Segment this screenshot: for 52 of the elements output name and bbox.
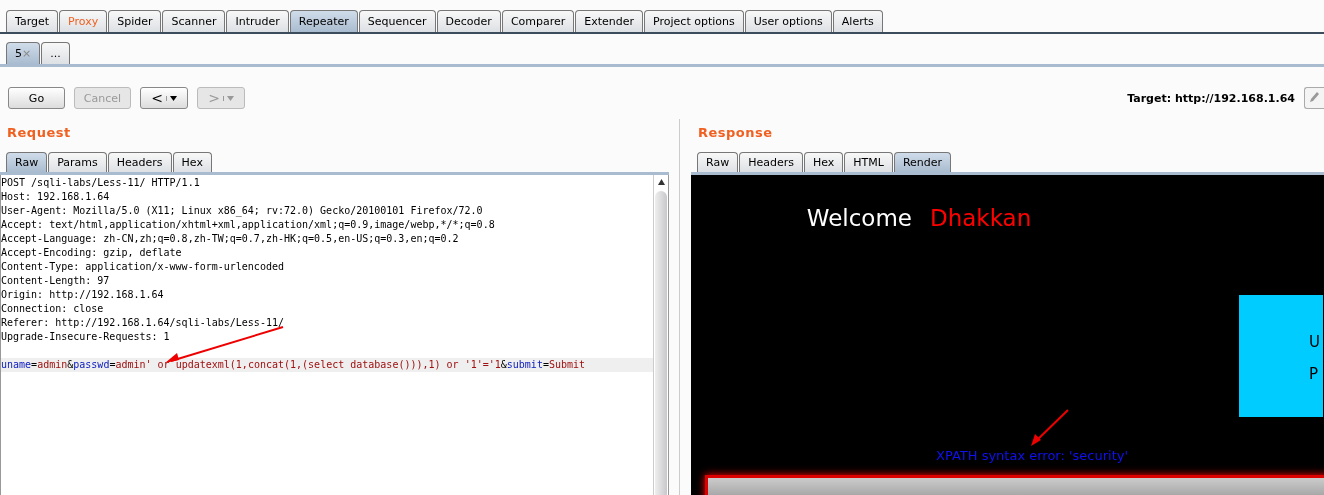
request-line: Accept-Encoding: gzip, deflate [1, 246, 183, 260]
main-tab[interactable]: User options [744, 10, 832, 32]
main-tab[interactable]: Alerts [832, 10, 883, 32]
view-tab[interactable]: Raw [6, 152, 48, 172]
view-tab[interactable]: Raw [697, 152, 739, 172]
pencil-icon [1309, 90, 1320, 103]
annotation-arrow [1030, 409, 1070, 447]
scroll-up-icon [657, 179, 665, 185]
request-tab[interactable]: ... [41, 42, 70, 64]
target-label: Target: http://192.168.1.64 [1127, 91, 1295, 105]
error-message: XPATH syntax error: 'security' [936, 448, 1129, 463]
request-line: POST /sqli-labs/Less-11/ HTTP/1.1 [1, 176, 201, 190]
request-line: User-Agent: Mozilla/5.0 (X11; Linux x86_64; rv:72.0) Gecko/20100101 Firefox/72.0 [1, 204, 484, 218]
main-tab[interactable]: Repeater [289, 10, 358, 32]
edit-target-button[interactable] [1304, 87, 1324, 109]
welcome-text: Welcome [806, 205, 912, 231]
request-line: Content-Length: 97 [1, 274, 111, 288]
request-line: Accept-Language: zh-CN,zh;q=0.8,zh-TW;q=0.7,zh-HK;q=0.5,en-US;q=0.3,en;q=0.2 [1, 232, 460, 246]
main-tab[interactable]: Comparer [501, 10, 575, 32]
view-tab[interactable]: HTML [844, 152, 893, 172]
form-label: P [1309, 365, 1319, 383]
request-line: Upgrade-Insecure-Requests: 1 [1, 330, 171, 344]
request-line: Origin: http://192.168.1.64 [1, 288, 165, 302]
form-label: U [1309, 333, 1320, 351]
scrollbar[interactable] [653, 175, 668, 495]
view-tab[interactable]: Params [48, 152, 107, 172]
view-tab[interactable]: Hex [803, 152, 844, 172]
request-tab[interactable]: 5× [6, 42, 41, 64]
view-tab[interactable]: Headers [107, 152, 172, 172]
main-tab[interactable]: Target [6, 10, 59, 32]
caret-icon [165, 95, 177, 101]
request-line: Content-Type: application/x-www-form-urlencoded [1, 260, 285, 274]
main-tab[interactable]: Intruder [226, 10, 289, 32]
main-tab[interactable]: Sequencer [358, 10, 436, 32]
request-title: Request [6, 124, 72, 142]
main-tab[interactable]: Spider [108, 10, 162, 32]
main-tab[interactable]: Scanner [162, 10, 226, 32]
main-tab[interactable]: Project options [644, 10, 744, 32]
request-line: Referer: http://192.168.1.64/sqli-labs/Less-11/ [1, 316, 285, 330]
caret-icon [222, 95, 234, 101]
view-tab[interactable]: Headers [739, 152, 803, 172]
view-tab[interactable]: Render [893, 152, 952, 172]
request-line: Accept: text/html,application/xhtml+xml,application/xml;q=0.9,image/webp,*/*;q=0.8 [1, 218, 496, 232]
user-name: Dhakkan [929, 205, 1032, 231]
back-button[interactable]: < [140, 87, 188, 109]
main-tab[interactable]: Decoder [436, 10, 501, 32]
view-tab[interactable]: Hex [172, 152, 212, 172]
go-button[interactable]: Go [8, 87, 65, 109]
request-line: Host: 192.168.1.64 [1, 190, 111, 204]
response-title: Response [697, 124, 774, 142]
request-line: Connection: close [1, 302, 105, 316]
main-tab[interactable]: Extender [575, 10, 644, 32]
